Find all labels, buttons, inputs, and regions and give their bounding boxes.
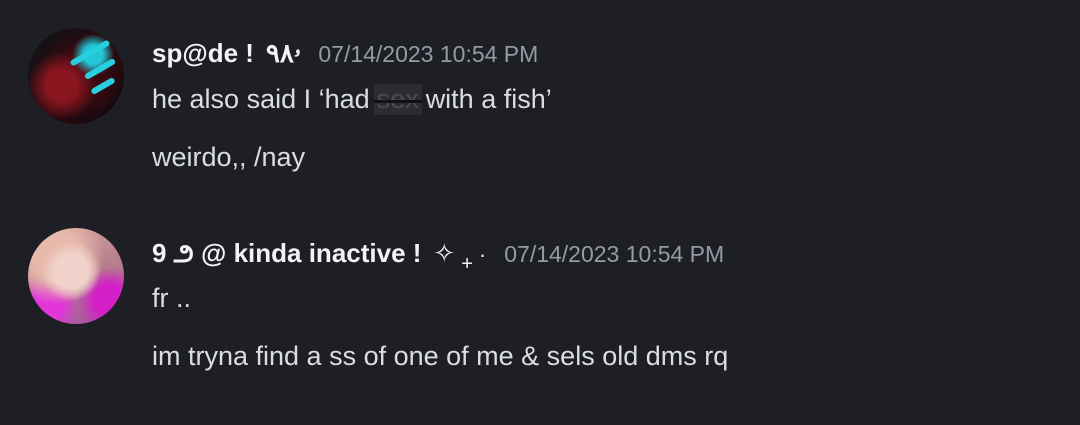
message-text: fr ..: [152, 283, 191, 313]
message-text: weirdo,, /nay: [152, 142, 306, 172]
censored-word: sex: [373, 84, 422, 115]
message-content[interactable]: im tryna find a ss of one of me & sels o…: [152, 341, 728, 372]
username-decoration: ۥ٩٨: [265, 38, 301, 68]
message-header: sp@de ! ۥ٩٨ 07/14/2023 10:54 PM: [152, 38, 538, 70]
username[interactable]: sp@de !: [152, 38, 254, 69]
message-text: with a fish’: [425, 84, 552, 114]
avatar[interactable]: [28, 28, 124, 124]
message-text: im tryna find a ss of one of me & sels o…: [152, 341, 729, 371]
message-content[interactable]: fr ..: [152, 283, 191, 314]
message-content[interactable]: he also said I ‘had sex with a fish’: [152, 84, 552, 115]
message-content[interactable]: weirdo,, /nay: [152, 142, 305, 173]
dot-icon: ·: [478, 242, 487, 267]
message-text: he also said I ‘had: [152, 84, 370, 114]
timestamp[interactable]: 07/14/2023 10:54 PM: [318, 41, 538, 68]
timestamp[interactable]: 07/14/2023 10:54 PM: [504, 241, 724, 268]
avatar[interactable]: [28, 228, 124, 324]
plus-icon: +: [461, 253, 473, 275]
message-header: 9 ౨ @ kinda inactive ! ✧ + · 07/14/2023 …: [152, 238, 724, 275]
username[interactable]: 9 ౨ @ kinda inactive !: [152, 238, 421, 275]
sparkle-icon: ✧: [433, 238, 456, 268]
